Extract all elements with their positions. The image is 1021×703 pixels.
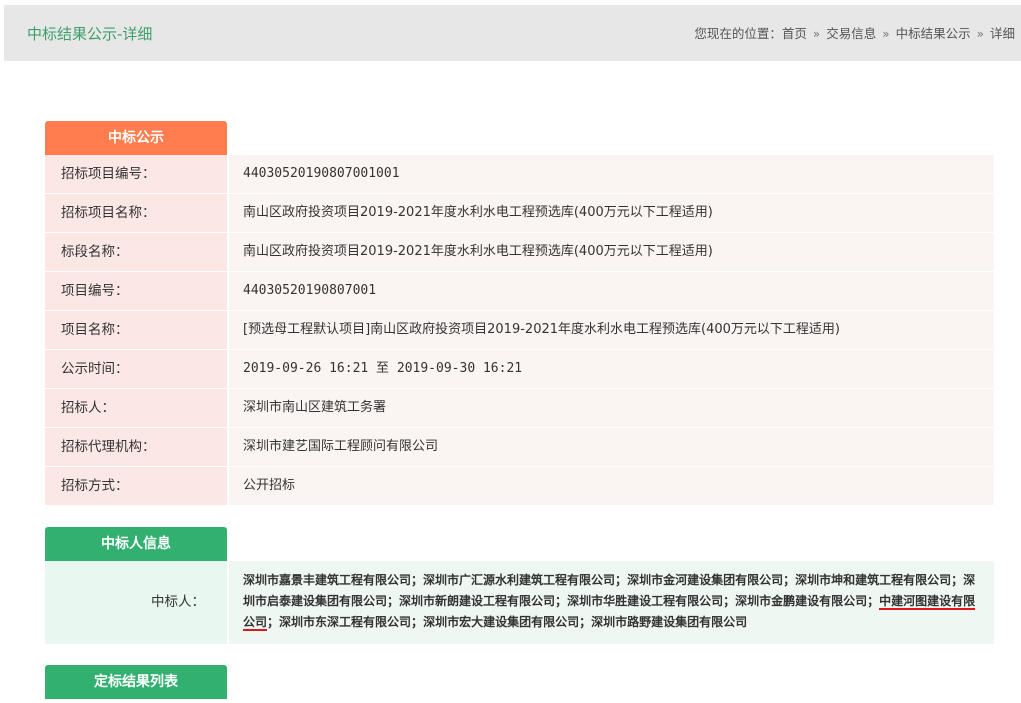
company-separator: ； xyxy=(723,594,736,608)
breadcrumb-separator: » xyxy=(812,27,821,41)
row-label: 招标人： xyxy=(45,389,227,427)
section-tab-winner: 中标人信息 xyxy=(45,527,227,561)
company-name: 深圳市华胜建设工程有限公司 xyxy=(567,594,724,608)
breadcrumb-current: 详细 xyxy=(989,26,1015,41)
company-name: 深圳市金河建设集团有限公司 xyxy=(627,573,784,587)
table-row: 招标人： 深圳市南山区建筑工务署 xyxy=(45,389,994,427)
row-value: 深圳市建艺国际工程顾问有限公司 xyxy=(229,428,994,466)
company-name: 深圳市嘉景丰建筑工程有限公司 xyxy=(243,573,412,587)
breadcrumb-prefix: 您现在的位置： xyxy=(694,26,782,41)
winner-companies: 深圳市嘉景丰建筑工程有限公司；深圳市广汇源水利建筑工程有限公司；深圳市金河建设集… xyxy=(229,561,994,644)
row-label: 招标方式： xyxy=(45,467,227,505)
page-header: 中标结果公示-详细 您现在的位置：首页 » 交易信息 » 中标结果公示 » 详细 xyxy=(4,5,1021,61)
table-row: 公示时间： 2019-09-26 16:21 至 2019-09-30 16:2… xyxy=(45,350,994,388)
page-title: 中标结果公示-详细 xyxy=(27,25,153,43)
table-row: 招标方式： 公开招标 xyxy=(45,467,994,505)
row-value: 2019-09-26 16:21 至 2019-09-30 16:21 xyxy=(229,350,994,388)
company-name: 深圳市广汇源水利建筑工程有限公司 xyxy=(423,573,616,587)
company-separator: ； xyxy=(783,573,796,587)
row-value: 公开招标 xyxy=(229,467,994,505)
notice-info-table: 招标项目编号： 44030520190807001001 招标项目名称： 南山区… xyxy=(45,155,994,506)
winner-info-row: 中标人： 深圳市嘉景丰建筑工程有限公司；深圳市广汇源水利建筑工程有限公司；深圳市… xyxy=(45,561,994,644)
breadcrumb: 您现在的位置：首页 » 交易信息 » 中标结果公示 » 详细 xyxy=(694,23,1015,42)
company-name: 深圳市东深工程有限公司 xyxy=(279,615,412,629)
company-separator: ； xyxy=(555,594,568,608)
company-separator: ； xyxy=(411,573,424,587)
company-separator: ； xyxy=(387,594,400,608)
row-label: 招标项目编号： xyxy=(45,155,227,193)
row-label: 项目编号： xyxy=(45,272,227,310)
row-value: [预选母工程默认项目]南山区政府投资项目2019-2021年度水利水电工程预选库… xyxy=(229,311,994,349)
row-label: 公示时间： xyxy=(45,350,227,388)
row-value: 44030520190807001001 xyxy=(229,155,994,193)
breadcrumb-separator: » xyxy=(882,27,890,41)
company-name: 深圳市路野建设集团有限公司 xyxy=(591,615,748,629)
company-name: 深圳市金鹏建设有限公司 xyxy=(735,594,868,608)
company-separator: ； xyxy=(411,615,424,629)
breadcrumb-trade-info-link[interactable]: 交易信息 xyxy=(826,23,876,42)
breadcrumb-separator: » xyxy=(976,27,984,41)
row-label: 标段名称： xyxy=(45,233,227,271)
row-value: 深圳市南山区建筑工务署 xyxy=(229,389,994,427)
company-separator: ； xyxy=(615,573,628,587)
row-label: 项目名称： xyxy=(45,311,227,349)
row-label: 招标代理机构： xyxy=(45,428,227,466)
section-tab-results: 定标结果列表 xyxy=(45,665,227,699)
breadcrumb-home-link[interactable]: 首页 xyxy=(782,23,807,42)
table-row: 项目编号： 44030520190807001 xyxy=(45,272,994,310)
row-value: 44030520190807001 xyxy=(229,272,994,310)
company-name: 深圳市宏大建设集团有限公司 xyxy=(423,615,580,629)
row-value: 南山区政府投资项目2019-2021年度水利水电工程预选库(400万元以下工程适… xyxy=(229,194,994,232)
breadcrumb-result-notice-link[interactable]: 中标结果公示 xyxy=(896,23,971,42)
section-tab-notice: 中标公示 xyxy=(45,121,227,155)
row-value: 南山区政府投资项目2019-2021年度水利水电工程预选库(400万元以下工程适… xyxy=(229,233,994,271)
table-row: 招标代理机构： 深圳市建艺国际工程顾问有限公司 xyxy=(45,428,994,466)
table-row: 标段名称： 南山区政府投资项目2019-2021年度水利水电工程预选库(400万… xyxy=(45,233,994,271)
company-separator: ； xyxy=(579,615,592,629)
table-row: 项目名称： [预选母工程默认项目]南山区政府投资项目2019-2021年度水利水… xyxy=(45,311,994,349)
company-name: 深圳市坤和建筑工程有限公司 xyxy=(795,573,952,587)
company-separator: ； xyxy=(267,615,280,629)
company-separator: ； xyxy=(951,573,964,587)
winner-label: 中标人： xyxy=(45,561,227,644)
table-row: 招标项目名称： 南山区政府投资项目2019-2021年度水利水电工程预选库(40… xyxy=(45,194,994,232)
company-separator: ； xyxy=(867,594,880,608)
table-row: 招标项目编号： 44030520190807001001 xyxy=(45,155,994,193)
company-name: 深圳市新朗建设工程有限公司 xyxy=(399,594,556,608)
row-label: 招标项目名称： xyxy=(45,194,227,232)
